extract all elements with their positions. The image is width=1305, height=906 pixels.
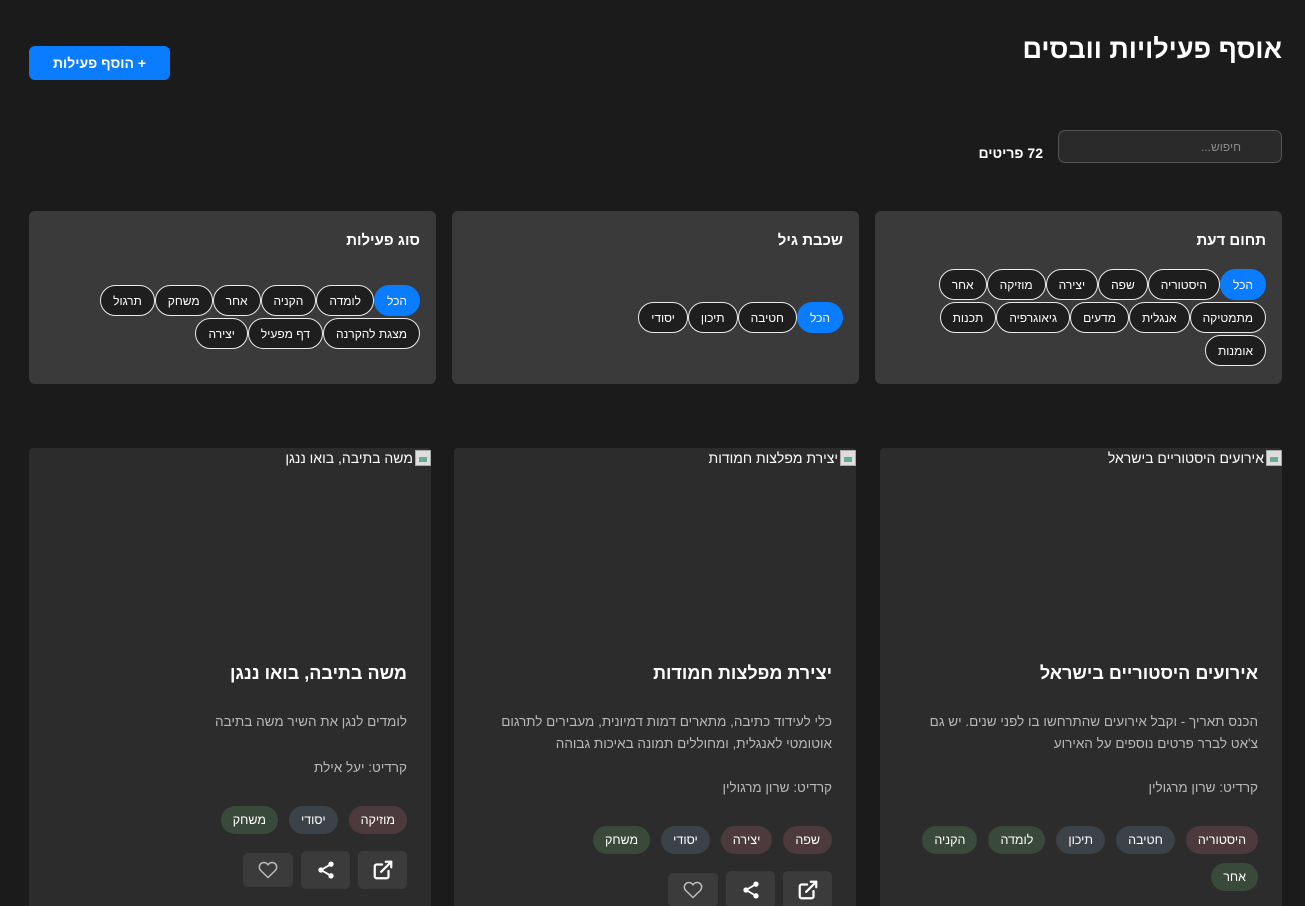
card-tags: מוזיקה יסודי משחק <box>53 806 407 834</box>
chip-group-type: הכל לומדה הקניה אחר משחק תרגול מצגת להקר… <box>45 285 420 349</box>
tag: משחק <box>592 826 651 854</box>
card-image[interactable]: יצירת מפלצות חמודות <box>709 448 856 468</box>
share-button[interactable] <box>301 851 350 889</box>
heart-icon <box>683 881 703 899</box>
open-external-button[interactable] <box>358 851 407 889</box>
chip-group-subject: הכל היסטוריה שפה יצירה מוזיקה אחר מתמטיק… <box>891 269 1266 366</box>
chip-age-all[interactable]: הכל <box>796 302 843 333</box>
chip-type-worksheet[interactable]: דף מפעיל <box>247 318 324 349</box>
card-description: לומדים לנגן את השיר משה בתיבה <box>215 714 407 729</box>
tag: משחק <box>220 806 278 834</box>
activity-card: אירועים היסטוריים בישראל אירועים היסטורי… <box>880 448 1282 906</box>
card-image-alt: יצירת מפלצות חמודות <box>708 450 838 466</box>
card-credit: קרדיט: יעל אילת <box>314 760 407 775</box>
broken-image-icon <box>415 450 431 466</box>
like-button[interactable] <box>243 853 293 887</box>
chip-type-all[interactable]: הכל <box>373 285 420 316</box>
chip-type-game[interactable]: משחק <box>154 285 213 316</box>
filter-panel-age: שכבת גיל הכל חטיבה תיכון יסודי <box>452 211 859 384</box>
chip-subject-language[interactable]: שפה <box>1098 269 1148 300</box>
chip-subject-english[interactable]: אנגלית <box>1129 302 1190 333</box>
chip-subject-programming[interactable]: תכנות <box>939 302 997 333</box>
tag: יסודי <box>288 806 338 834</box>
chip-subject-creation[interactable]: יצירה <box>1045 269 1099 300</box>
tag: יסודי <box>661 826 710 854</box>
card-description: הכנס תאריך - וקבל אירועים שהתרחשו בו לפנ… <box>929 714 1258 751</box>
chip-subject-geography[interactable]: גיאוגרפיה <box>996 302 1071 333</box>
activity-card: יצירת מפלצות חמודות יצירת מפלצות חמודות … <box>454 448 856 906</box>
card-credit: קרדיט: שרון מרגולין <box>722 780 832 795</box>
like-button[interactable] <box>668 873 718 906</box>
share-button[interactable] <box>726 871 775 906</box>
card-credit: קרדיט: שרון מרגולין <box>1148 780 1258 795</box>
tag: מוזיקה <box>348 806 407 834</box>
filter-title-type: סוג פעילות <box>346 232 420 249</box>
card-actions <box>243 851 407 889</box>
card-title: משה בתיבה, בואו ננגן <box>230 663 407 683</box>
card-image[interactable]: אירועים היסטוריים בישראל <box>1108 448 1282 468</box>
chip-subject-all[interactable]: הכל <box>1219 269 1266 300</box>
share-icon <box>742 881 759 899</box>
chip-type-presentation[interactable]: מצגת להקרנה <box>323 318 420 349</box>
items-count: 72 פריטים <box>978 145 1043 161</box>
broken-image-icon <box>840 450 856 466</box>
open-external-icon <box>798 880 817 900</box>
card-tags: שפה יצירה יסודי משחק <box>478 826 832 854</box>
chip-type-creation[interactable]: יצירה <box>195 318 248 349</box>
card-tags: היסטוריה חטיבה תיכון לומדה הקניה אחר <box>904 826 1258 891</box>
activity-card: משה בתיבה, בואו ננגן משה בתיבה, בואו ננג… <box>29 448 431 906</box>
card-image[interactable]: משה בתיבה, בואו ננגן <box>285 448 431 468</box>
card-title: אירועים היסטוריים בישראל <box>1039 663 1258 683</box>
chip-subject-history[interactable]: היסטוריה <box>1147 269 1220 300</box>
tag: לומדה <box>988 826 1046 854</box>
tag: הקניה <box>922 826 978 854</box>
card-description: כלי לעידוד כתיבה, מתארים דמות דמיונית, מ… <box>501 714 832 751</box>
chip-subject-other[interactable]: אחר <box>938 269 987 300</box>
chip-type-learning[interactable]: לומדה <box>316 285 374 316</box>
chip-age-elementary[interactable]: יסודי <box>638 302 688 333</box>
open-external-icon <box>373 860 392 880</box>
filter-title-subject: תחום דעת <box>1196 232 1266 249</box>
chip-age-middle[interactable]: חטיבה <box>737 302 797 333</box>
tag: חטיבה <box>1116 826 1175 854</box>
tag: היסטוריה <box>1185 826 1258 854</box>
tag: אחר <box>1211 863 1258 891</box>
tag: תיכון <box>1056 826 1106 854</box>
filter-title-age: שכבת גיל <box>777 232 843 249</box>
heart-icon <box>258 861 278 879</box>
open-external-button[interactable] <box>783 871 832 906</box>
card-actions <box>668 871 832 906</box>
chip-subject-art[interactable]: אומנות <box>1205 335 1266 366</box>
share-icon <box>317 861 334 879</box>
add-activity-button[interactable]: + הוסף פעילות <box>29 46 170 80</box>
chip-type-other[interactable]: אחר <box>212 285 261 316</box>
tag: יצירה <box>720 826 773 854</box>
chip-subject-science[interactable]: מדעים <box>1070 302 1129 333</box>
chip-subject-math[interactable]: מתמטיקה <box>1189 302 1266 333</box>
card-image-alt: משה בתיבה, בואו ננגן <box>285 450 413 466</box>
tag: שפה <box>783 826 832 854</box>
chip-subject-music[interactable]: מוזיקה <box>986 269 1046 300</box>
search-input[interactable] <box>1058 130 1282 163</box>
filter-panel-subject: תחום דעת הכל היסטוריה שפה יצירה מוזיקה א… <box>875 211 1282 384</box>
card-image-alt: אירועים היסטוריים בישראל <box>1107 450 1264 466</box>
page-title: אוסף פעילויות וובסים <box>1022 34 1282 64</box>
chip-group-age: הכל חטיבה תיכון יסודי <box>468 302 843 333</box>
chip-type-practice[interactable]: תרגול <box>100 285 155 316</box>
chip-age-high[interactable]: תיכון <box>687 302 738 333</box>
card-title: יצירת מפלצות חמודות <box>653 663 832 683</box>
chip-type-teaching[interactable]: הקניה <box>260 285 317 316</box>
broken-image-icon <box>1266 450 1282 466</box>
filter-panel-type: סוג פעילות הכל לומדה הקניה אחר משחק תרגו… <box>29 211 436 384</box>
